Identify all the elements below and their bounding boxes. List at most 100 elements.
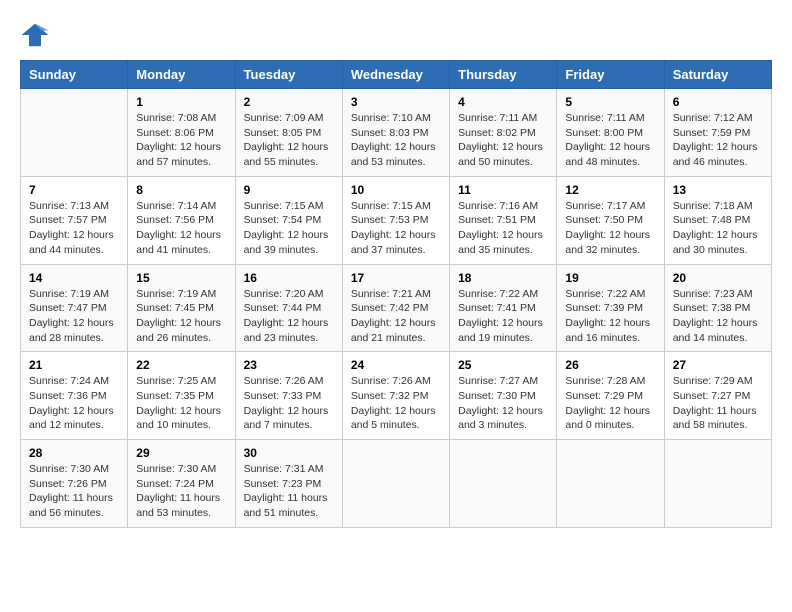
calendar-cell: 3 Sunrise: 7:10 AMSunset: 8:03 PMDaylight…	[342, 89, 449, 177]
day-info: Sunrise: 7:21 AMSunset: 7:42 PMDaylight:…	[351, 287, 441, 346]
day-info: Sunrise: 7:22 AMSunset: 7:39 PMDaylight:…	[565, 287, 655, 346]
day-number: 22	[136, 358, 226, 372]
day-number: 20	[673, 271, 763, 285]
day-info: Sunrise: 7:11 AMSunset: 8:02 PMDaylight:…	[458, 111, 548, 170]
day-info: Sunrise: 7:09 AMSunset: 8:05 PMDaylight:…	[244, 111, 334, 170]
calendar-cell: 12 Sunrise: 7:17 AMSunset: 7:50 PMDayligh…	[557, 176, 664, 264]
day-info: Sunrise: 7:26 AMSunset: 7:33 PMDaylight:…	[244, 374, 334, 433]
calendar-cell: 25 Sunrise: 7:27 AMSunset: 7:30 PMDayligh…	[450, 352, 557, 440]
day-number: 2	[244, 95, 334, 109]
calendar-cell: 16 Sunrise: 7:20 AMSunset: 7:44 PMDayligh…	[235, 264, 342, 352]
day-info: Sunrise: 7:15 AMSunset: 7:53 PMDaylight:…	[351, 199, 441, 258]
calendar-week-2: 7 Sunrise: 7:13 AMSunset: 7:57 PMDaylight…	[21, 176, 772, 264]
day-number: 16	[244, 271, 334, 285]
calendar-cell: 27Sunrise: 7:29 AMSunset: 7:27 PMDayligh…	[664, 352, 771, 440]
day-info: Sunrise: 7:13 AMSunset: 7:57 PMDaylight:…	[29, 199, 119, 258]
day-info: Sunrise: 7:16 AMSunset: 7:51 PMDaylight:…	[458, 199, 548, 258]
calendar-cell: 17 Sunrise: 7:21 AMSunset: 7:42 PMDayligh…	[342, 264, 449, 352]
day-info: Sunrise: 7:10 AMSunset: 8:03 PMDaylight:…	[351, 111, 441, 170]
day-info: Sunrise: 7:25 AMSunset: 7:35 PMDaylight:…	[136, 374, 226, 433]
day-number: 12	[565, 183, 655, 197]
day-number: 17	[351, 271, 441, 285]
calendar-cell: 26 Sunrise: 7:28 AMSunset: 7:29 PMDayligh…	[557, 352, 664, 440]
day-number: 28	[29, 446, 119, 460]
day-info: Sunrise: 7:29 AMSunset: 7:27 PMDaylight:…	[673, 374, 763, 433]
logo	[20, 20, 54, 50]
calendar-table: SundayMondayTuesdayWednesdayThursdayFrid…	[20, 60, 772, 528]
day-info: Sunrise: 7:18 AMSunset: 7:48 PMDaylight:…	[673, 199, 763, 258]
calendar-cell: 23 Sunrise: 7:26 AMSunset: 7:33 PMDayligh…	[235, 352, 342, 440]
calendar-week-3: 14 Sunrise: 7:19 AMSunset: 7:47 PMDayligh…	[21, 264, 772, 352]
header-friday: Friday	[557, 61, 664, 89]
day-number: 15	[136, 271, 226, 285]
calendar-cell: 9 Sunrise: 7:15 AMSunset: 7:54 PMDaylight…	[235, 176, 342, 264]
day-number: 19	[565, 271, 655, 285]
header	[20, 20, 772, 50]
day-info: Sunrise: 7:15 AMSunset: 7:54 PMDaylight:…	[244, 199, 334, 258]
calendar-cell: 20 Sunrise: 7:23 AMSunset: 7:38 PMDayligh…	[664, 264, 771, 352]
day-number: 24	[351, 358, 441, 372]
calendar-cell: 18Sunrise: 7:22 AMSunset: 7:41 PMDayligh…	[450, 264, 557, 352]
day-number: 9	[244, 183, 334, 197]
day-number: 8	[136, 183, 226, 197]
day-number: 21	[29, 358, 119, 372]
day-number: 3	[351, 95, 441, 109]
day-number: 23	[244, 358, 334, 372]
calendar-week-1: 1 Sunrise: 7:08 AMSunset: 8:06 PMDaylight…	[21, 89, 772, 177]
calendar-cell: 28 Sunrise: 7:30 AMSunset: 7:26 PMDayligh…	[21, 440, 128, 528]
day-number: 11	[458, 183, 548, 197]
day-number: 26	[565, 358, 655, 372]
day-number: 25	[458, 358, 548, 372]
day-number: 7	[29, 183, 119, 197]
day-info: Sunrise: 7:14 AMSunset: 7:56 PMDaylight:…	[136, 199, 226, 258]
calendar-cell: 21 Sunrise: 7:24 AMSunset: 7:36 PMDayligh…	[21, 352, 128, 440]
calendar-cell: 7 Sunrise: 7:13 AMSunset: 7:57 PMDaylight…	[21, 176, 128, 264]
day-info: Sunrise: 7:12 AMSunset: 7:59 PMDaylight:…	[673, 111, 763, 170]
day-info: Sunrise: 7:24 AMSunset: 7:36 PMDaylight:…	[29, 374, 119, 433]
day-number: 4	[458, 95, 548, 109]
calendar-cell	[664, 440, 771, 528]
day-number: 14	[29, 271, 119, 285]
calendar-cell	[450, 440, 557, 528]
day-info: Sunrise: 7:26 AMSunset: 7:32 PMDaylight:…	[351, 374, 441, 433]
day-info: Sunrise: 7:17 AMSunset: 7:50 PMDaylight:…	[565, 199, 655, 258]
calendar-cell: 15 Sunrise: 7:19 AMSunset: 7:45 PMDayligh…	[128, 264, 235, 352]
day-info: Sunrise: 7:31 AMSunset: 7:23 PMDaylight:…	[244, 462, 334, 521]
day-info: Sunrise: 7:30 AMSunset: 7:26 PMDaylight:…	[29, 462, 119, 521]
calendar-week-4: 21 Sunrise: 7:24 AMSunset: 7:36 PMDayligh…	[21, 352, 772, 440]
calendar-week-5: 28 Sunrise: 7:30 AMSunset: 7:26 PMDayligh…	[21, 440, 772, 528]
calendar-cell: 19 Sunrise: 7:22 AMSunset: 7:39 PMDayligh…	[557, 264, 664, 352]
day-number: 6	[673, 95, 763, 109]
day-info: Sunrise: 7:20 AMSunset: 7:44 PMDaylight:…	[244, 287, 334, 346]
day-number: 1	[136, 95, 226, 109]
day-number: 13	[673, 183, 763, 197]
day-number: 29	[136, 446, 226, 460]
day-info: Sunrise: 7:19 AMSunset: 7:45 PMDaylight:…	[136, 287, 226, 346]
header-thursday: Thursday	[450, 61, 557, 89]
day-info: Sunrise: 7:19 AMSunset: 7:47 PMDaylight:…	[29, 287, 119, 346]
day-info: Sunrise: 7:23 AMSunset: 7:38 PMDaylight:…	[673, 287, 763, 346]
calendar-cell: 6 Sunrise: 7:12 AMSunset: 7:59 PMDaylight…	[664, 89, 771, 177]
calendar-cell	[21, 89, 128, 177]
calendar-cell: 24 Sunrise: 7:26 AMSunset: 7:32 PMDayligh…	[342, 352, 449, 440]
logo-icon	[20, 20, 50, 50]
day-info: Sunrise: 7:08 AMSunset: 8:06 PMDaylight:…	[136, 111, 226, 170]
day-number: 18	[458, 271, 548, 285]
calendar-cell: 1 Sunrise: 7:08 AMSunset: 8:06 PMDaylight…	[128, 89, 235, 177]
calendar-cell: 30Sunrise: 7:31 AMSunset: 7:23 PMDayligh…	[235, 440, 342, 528]
calendar-cell: 4 Sunrise: 7:11 AMSunset: 8:02 PMDaylight…	[450, 89, 557, 177]
calendar-cell	[342, 440, 449, 528]
calendar-cell	[557, 440, 664, 528]
day-number: 10	[351, 183, 441, 197]
calendar-cell: 29Sunrise: 7:30 AMSunset: 7:24 PMDayligh…	[128, 440, 235, 528]
day-number: 5	[565, 95, 655, 109]
header-tuesday: Tuesday	[235, 61, 342, 89]
day-info: Sunrise: 7:28 AMSunset: 7:29 PMDaylight:…	[565, 374, 655, 433]
calendar-cell: 22 Sunrise: 7:25 AMSunset: 7:35 PMDayligh…	[128, 352, 235, 440]
header-sunday: Sunday	[21, 61, 128, 89]
header-monday: Monday	[128, 61, 235, 89]
calendar-cell: 2 Sunrise: 7:09 AMSunset: 8:05 PMDaylight…	[235, 89, 342, 177]
day-info: Sunrise: 7:27 AMSunset: 7:30 PMDaylight:…	[458, 374, 548, 433]
calendar-cell: 14 Sunrise: 7:19 AMSunset: 7:47 PMDayligh…	[21, 264, 128, 352]
calendar-cell: 10 Sunrise: 7:15 AMSunset: 7:53 PMDayligh…	[342, 176, 449, 264]
